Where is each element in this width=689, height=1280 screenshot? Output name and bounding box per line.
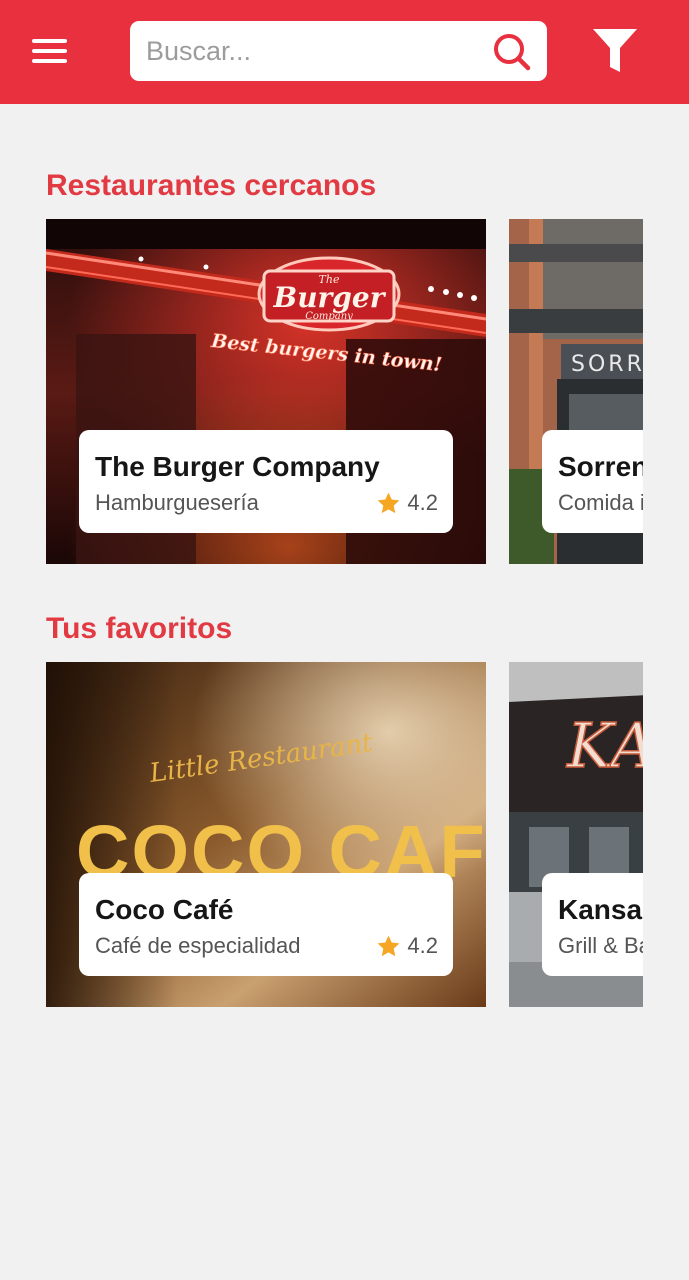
- restaurant-info-card: Coco Café Café de especialidad 4.2: [79, 873, 453, 976]
- app-bar: [0, 0, 689, 104]
- sign-sorrento: SORRENTO: [571, 352, 643, 377]
- sign-kansas: KANSAS: [566, 709, 643, 782]
- restaurant-name: Sorrento: [558, 451, 643, 482]
- section-title-nearby: Restaurantes cercanos: [46, 169, 377, 202]
- rating-value: 4.2: [407, 933, 438, 958]
- restaurant-info-card: Kansas Grill & Bar: [542, 873, 643, 976]
- restaurant-category: Café de especialidad: [95, 933, 301, 958]
- favorites-carousel[interactable]: Little Restaurant COCO CAFÉ Coco Café Ca…: [46, 662, 643, 1007]
- restaurant-card[interactable]: Little Restaurant COCO CAFÉ Coco Café Ca…: [46, 662, 486, 1007]
- restaurant-info-card: The Burger Company Hamburguesería 4.2: [79, 430, 453, 533]
- restaurant-category: Grill & Bar: [558, 933, 643, 958]
- restaurant-info-card: Sorrento Comida italiana: [542, 430, 643, 533]
- restaurant-category: Comida italiana: [558, 490, 643, 515]
- restaurant-name: Kansas: [558, 894, 643, 925]
- search-bar: [130, 21, 547, 81]
- search-input[interactable]: [146, 29, 486, 73]
- restaurant-card[interactable]: KANSAS Kansas Grill & Bar: [509, 662, 643, 1007]
- restaurant-category: Hamburguesería: [95, 490, 259, 515]
- search-icon[interactable]: [490, 30, 532, 72]
- section-title-favorites: Tus favoritos: [46, 612, 233, 645]
- rating-value: 4.2: [407, 490, 438, 515]
- hamburger-menu-icon: [32, 39, 67, 43]
- sign-burger: Burger: [273, 281, 387, 314]
- restaurant-card[interactable]: SORRENTO Sorrento Comida italiana: [509, 219, 643, 564]
- hamburger-menu-icon-line: [32, 49, 67, 53]
- rating: 4.2: [376, 933, 438, 959]
- restaurant-name: The Burger Company: [95, 451, 380, 482]
- hamburger-menu-icon-line: [32, 59, 67, 63]
- filter-icon[interactable]: [589, 26, 641, 78]
- star-icon: [378, 492, 400, 513]
- nearby-restaurants-carousel[interactable]: The Burger Company Best burgers in town!…: [46, 219, 643, 564]
- star-icon: [378, 935, 400, 956]
- sign-company: Company: [305, 311, 353, 322]
- restaurant-name: Coco Café: [95, 894, 234, 925]
- restaurant-card[interactable]: The Burger Company Best burgers in town!…: [46, 219, 486, 564]
- rating: 4.2: [376, 490, 438, 516]
- menu-button[interactable]: [28, 30, 72, 74]
